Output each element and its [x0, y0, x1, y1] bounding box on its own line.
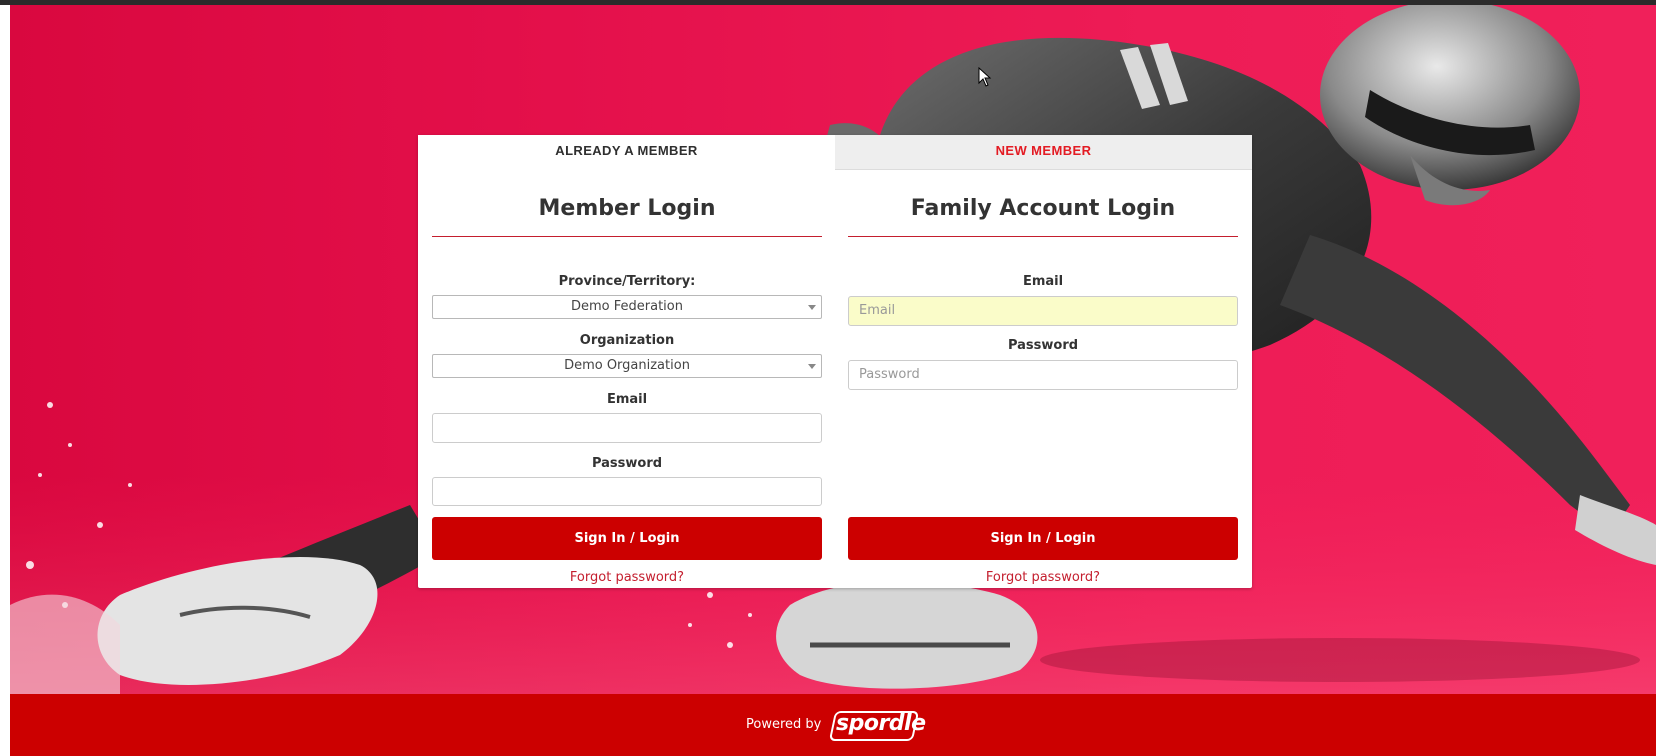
login-tabs: ALREADY A MEMBER NEW MEMBER: [418, 135, 1252, 170]
chevron-down-icon: [808, 364, 816, 369]
province-label: Province/Territory:: [558, 274, 696, 289]
spordle-logo[interactable]: spordle: [828, 709, 926, 743]
powered-by-text: Powered by: [746, 717, 822, 732]
family-password-input[interactable]: Password: [848, 360, 1238, 390]
organization-label: Organization: [579, 333, 675, 348]
chevron-down-icon: [808, 305, 816, 310]
family-login-title: Family Account Login: [910, 196, 1176, 221]
title-divider: [432, 236, 822, 237]
member-password-label: Password: [591, 456, 663, 471]
member-login-section: Member Login Province/Territory: Demo Fe…: [432, 170, 822, 588]
province-select-value: Demo Federation: [571, 299, 683, 314]
family-password-label: Password: [1007, 338, 1079, 353]
family-forgot-password-link[interactable]: Forgot password?: [848, 570, 1238, 585]
title-divider: [848, 236, 1238, 237]
organization-select[interactable]: Demo Organization: [432, 354, 822, 378]
family-email-input[interactable]: Email: [848, 296, 1238, 326]
logo-text: spordle: [836, 711, 926, 736]
scrollbar[interactable]: [1656, 0, 1671, 756]
family-sign-in-button[interactable]: Sign In / Login: [848, 517, 1238, 560]
member-forgot-password-link[interactable]: Forgot password?: [432, 570, 822, 585]
tab-already-member[interactable]: ALREADY A MEMBER: [418, 135, 835, 170]
member-sign-in-button[interactable]: Sign In / Login: [432, 517, 822, 560]
login-card: ALREADY A MEMBER NEW MEMBER Member Login…: [418, 135, 1252, 588]
footer: Powered by spordle: [10, 694, 1656, 756]
tab-new-member[interactable]: NEW MEMBER: [835, 135, 1252, 170]
member-password-input[interactable]: [432, 477, 822, 506]
family-login-section: Family Account Login Email Email Passwor…: [848, 170, 1238, 588]
member-email-label: Email: [606, 392, 648, 407]
login-page: ALREADY A MEMBER NEW MEMBER Member Login…: [10, 5, 1656, 756]
organization-select-value: Demo Organization: [564, 358, 690, 373]
province-select[interactable]: Demo Federation: [432, 295, 822, 319]
family-email-label: Email: [1022, 274, 1064, 289]
mouse-pointer-icon: [978, 67, 992, 87]
member-email-input[interactable]: [432, 413, 822, 443]
member-login-title: Member Login: [538, 196, 716, 221]
